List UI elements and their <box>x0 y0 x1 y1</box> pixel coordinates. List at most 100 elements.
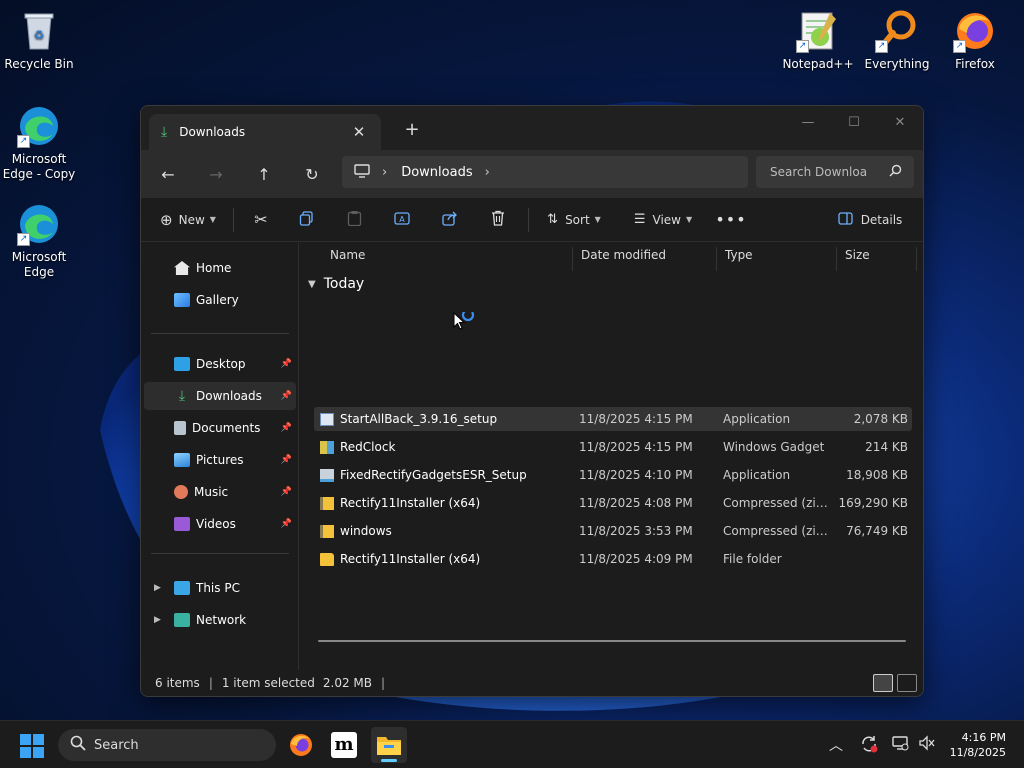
tab-downloads[interactable]: ⤓ Downloads ✕ <box>149 114 381 150</box>
horizontal-scrollbar[interactable] <box>318 640 906 642</box>
pin-icon[interactable]: 📌 <box>281 359 292 369</box>
sidebar-item-downloads[interactable]: ⤓ Downloads 📌 <box>144 382 296 410</box>
sidebar-item-label: Music <box>194 485 229 499</box>
pin-icon[interactable]: 📌 <box>281 423 292 433</box>
pin-icon[interactable]: 📌 <box>281 487 292 497</box>
table-row[interactable]: Rectify11Installer (x64) 11/8/2025 4:09 … <box>314 547 912 571</box>
breadcrumb-downloads[interactable]: Downloads <box>401 165 472 180</box>
new-button[interactable]: ⊕ New ▼ <box>149 204 227 236</box>
sidebar-item-home[interactable]: Home <box>144 254 296 282</box>
notepadpp-icon: ↗ <box>796 9 840 53</box>
chevron-right-icon[interactable]: ▶ <box>154 583 161 593</box>
sidebar-item-pictures[interactable]: Pictures 📌 <box>144 446 296 474</box>
search-box[interactable] <box>756 156 914 188</box>
group-header-today[interactable]: ▼ Today <box>308 276 364 292</box>
table-row[interactable]: StartAllBack_3.9.16_setup 11/8/2025 4:15… <box>314 407 912 431</box>
chevron-right-icon[interactable]: › <box>485 165 490 180</box>
rename-button[interactable]: A <box>378 204 426 236</box>
file-date: 11/8/2025 3:53 PM <box>579 524 693 538</box>
update-status-icon[interactable] <box>860 735 878 757</box>
chevron-right-icon[interactable]: › <box>382 165 387 180</box>
chevron-right-icon[interactable]: ▶ <box>154 615 161 625</box>
pin-icon[interactable]: 📌 <box>281 455 292 465</box>
column-header-name[interactable]: Name <box>322 247 573 271</box>
cut-button[interactable]: ✂ <box>240 204 282 236</box>
edge-icon: ↗ <box>17 202 61 246</box>
sort-button[interactable]: ⇅ Sort ▼ <box>535 204 613 236</box>
clock[interactable]: 4:16 PM 11/8/2025 <box>950 730 1006 760</box>
taskbar-firefox[interactable] <box>283 727 319 763</box>
toolbar-divider <box>528 207 529 232</box>
desktop-icon-edge-copy[interactable]: ↗ Microsoft Edge - Copy <box>1 100 77 182</box>
tiles-view-button[interactable] <box>897 674 917 692</box>
desktop-icon-everything[interactable]: ↗ Everything <box>859 5 935 72</box>
download-icon: ⤓ <box>161 124 168 140</box>
copy-button[interactable] <box>282 204 330 236</box>
minimize-button[interactable]: — <box>785 106 831 138</box>
forward-button[interactable]: → <box>202 162 230 186</box>
back-button[interactable]: ← <box>154 162 182 186</box>
address-bar[interactable]: › Downloads › <box>342 156 748 188</box>
edge-icon: ↗ <box>17 104 61 148</box>
chevron-up-icon[interactable]: ︿ <box>829 735 843 755</box>
pin-icon[interactable]: 📌 <box>281 519 292 529</box>
sidebar-item-desktop[interactable]: Desktop 📌 <box>144 350 296 378</box>
sidebar-item-network[interactable]: ▶ Network <box>144 606 296 634</box>
desktop-icon-recycle-bin[interactable]: ♻ Recycle Bin <box>1 5 77 72</box>
file-type: File folder <box>723 552 782 566</box>
search-input[interactable] <box>770 165 889 179</box>
close-tab-icon[interactable]: ✕ <box>349 123 369 141</box>
desktop-icon-edge[interactable]: ↗ Microsoft Edge <box>1 198 77 280</box>
up-button[interactable]: ↑ <box>250 162 278 186</box>
taskbar-search-box[interactable]: Search <box>58 729 276 761</box>
new-tab-button[interactable]: + <box>401 119 423 140</box>
share-button[interactable] <box>426 204 474 236</box>
start-button[interactable] <box>20 734 44 758</box>
volume-muted-icon[interactable] <box>918 735 936 755</box>
sidebar-divider <box>151 333 289 334</box>
sidebar-item-music[interactable]: Music 📌 <box>144 478 296 506</box>
status-bar: 6 items | 1 item selected 2.02 MB | <box>141 670 923 696</box>
close-window-button[interactable]: ✕ <box>877 106 923 138</box>
taskbar-app-m[interactable]: m <box>326 727 362 763</box>
column-header-date[interactable]: Date modified <box>573 247 717 271</box>
network-icon[interactable] <box>891 735 909 755</box>
paste-button[interactable] <box>330 204 378 236</box>
copy-icon <box>299 210 314 229</box>
clock-time: 4:16 PM <box>961 731 1006 744</box>
sidebar-item-documents[interactable]: Documents 📌 <box>144 414 296 442</box>
file-type: Windows Gadget <box>723 440 825 454</box>
sidebar-item-videos[interactable]: Videos 📌 <box>144 510 296 538</box>
table-row[interactable]: FixedRectifyGadgetsESR_Setup 11/8/2025 4… <box>314 463 912 487</box>
status-divider: | <box>208 676 213 690</box>
details-pane-button[interactable]: Details <box>829 204 911 236</box>
sidebar-item-this-pc[interactable]: ▶ This PC <box>144 574 296 602</box>
column-header-type[interactable]: Type <box>717 247 837 271</box>
sort-icon: ⇅ <box>547 212 559 227</box>
pin-icon[interactable]: 📌 <box>281 391 292 401</box>
table-row[interactable]: windows 11/8/2025 3:53 PM Compressed (zi… <box>314 519 912 543</box>
selected-size: 2.02 MB <box>322 676 373 690</box>
more-options-button[interactable]: ••• <box>711 204 751 236</box>
view-button[interactable]: ☰ View ▼ <box>619 204 707 236</box>
details-view-button[interactable] <box>873 674 893 692</box>
sidebar-item-gallery[interactable]: Gallery <box>144 286 296 314</box>
maximize-button[interactable]: ☐ <box>831 106 877 138</box>
table-row[interactable]: RedClock 11/8/2025 4:15 PM Windows Gadge… <box>314 435 912 459</box>
delete-button[interactable] <box>474 204 522 236</box>
active-indicator <box>381 759 397 762</box>
ellipsis-icon: ••• <box>715 210 747 229</box>
shortcut-arrow-icon: ↗ <box>875 40 888 53</box>
documents-icon <box>174 421 186 435</box>
table-row[interactable]: Rectify11Installer (x64) 11/8/2025 4:08 … <box>314 491 912 515</box>
column-header-size[interactable]: Size <box>837 247 917 271</box>
navigation-pane: Home Gallery Desktop 📌 ⤓ Downloads 📌 Doc… <box>141 243 299 672</box>
recycle-bin-icon: ♻ <box>17 9 61 53</box>
chevron-down-icon: ▼ <box>209 215 216 224</box>
taskbar-file-explorer[interactable] <box>371 727 407 763</box>
refresh-button[interactable]: ↻ <box>298 162 326 186</box>
title-bar: ⤓ Downloads ✕ + — ☐ ✕ <box>141 106 923 150</box>
network-icon <box>174 613 190 627</box>
desktop-icon-notepadpp[interactable]: ↗ Notepad++ <box>780 5 856 72</box>
desktop-icon-firefox[interactable]: ↗ Firefox <box>937 5 1013 72</box>
